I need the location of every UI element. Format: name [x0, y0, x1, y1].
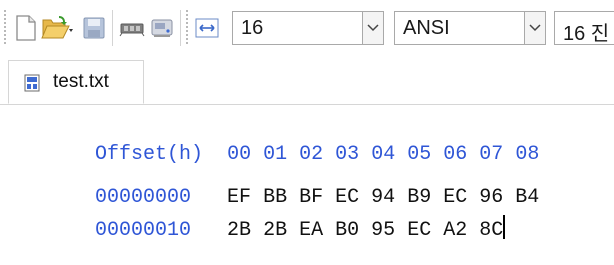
offset-base-value: 16 진	[563, 23, 610, 45]
toolbar-separator	[112, 10, 113, 46]
byte-cell[interactable]: EC	[407, 219, 431, 242]
byte-cell[interactable]: 2B	[263, 219, 287, 242]
toolbar-separator	[180, 10, 181, 46]
byte-cell[interactable]: B0	[335, 219, 359, 242]
offset-base-select[interactable]: 16 진	[554, 11, 614, 45]
encoding-dropdown[interactable]	[524, 11, 546, 45]
disk-button[interactable]	[148, 12, 176, 44]
toolbar-grip[interactable]	[4, 10, 6, 46]
disk-drive-icon	[151, 19, 173, 37]
memory-chip-icon	[119, 23, 145, 37]
new-file-button[interactable]	[12, 12, 40, 44]
text-file-icon	[24, 74, 40, 92]
new-document-icon	[16, 15, 36, 41]
hex-data-row[interactable]: 00000010 2B 2B EA B0 95 EC A2 8C	[47, 192, 506, 265]
text-caret	[503, 215, 506, 239]
bytes-per-row-value: 16	[241, 17, 264, 39]
byte-cell[interactable]: A2	[443, 219, 467, 242]
chevron-down-icon	[367, 24, 379, 32]
byte-cell[interactable]: B4	[515, 186, 539, 209]
bytes-per-row-select[interactable]: 16	[232, 11, 384, 45]
memory-button[interactable]	[118, 12, 146, 44]
tab-test-txt[interactable]: test.txt	[8, 60, 144, 104]
tab-label: test.txt	[53, 71, 109, 92]
save-file-button[interactable]	[80, 12, 108, 44]
column-width-icon	[195, 18, 219, 38]
encoding-value: ANSI	[403, 17, 450, 39]
bytes-per-row-dropdown[interactable]	[362, 11, 384, 45]
row-offset: 00000010	[95, 219, 192, 242]
tab-strip: test.txt	[0, 60, 614, 105]
hex-editor-view[interactable]: Offset(h) 00 01 02 03 04 05 06 07 08 000…	[0, 105, 614, 244]
open-folder-icon	[41, 16, 73, 39]
open-file-button[interactable]	[40, 12, 76, 44]
columns-button[interactable]	[190, 12, 224, 44]
encoding-select[interactable]: ANSI	[394, 11, 546, 45]
save-icon	[83, 17, 105, 39]
toolbar: 16 ANSI 16 진	[0, 0, 614, 60]
byte-cell[interactable]: EA	[299, 219, 323, 242]
chevron-down-icon	[529, 24, 541, 32]
byte-cell[interactable]: 8C	[479, 219, 503, 242]
byte-cell[interactable]: 95	[371, 219, 395, 242]
byte-cell[interactable]: 2B	[227, 219, 251, 242]
toolbar-grip[interactable]	[186, 10, 188, 46]
